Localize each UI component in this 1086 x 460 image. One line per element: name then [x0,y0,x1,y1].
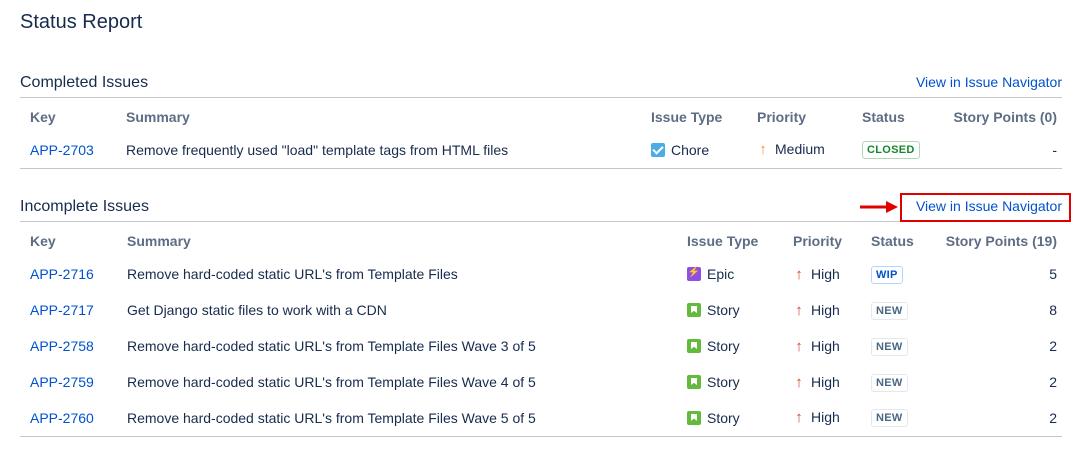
story-points: 5 [1049,266,1057,282]
annotation-arrow-icon [860,201,898,213]
incomplete-issues-table: Key Summary Issue Type Priority Status S… [20,226,1062,437]
arrow-up-icon: ↑ [795,265,803,283]
completed-issues-table: Key Summary Issue Type Priority Status S… [20,102,1062,169]
table-row: APP-2759 Remove hard-coded static URL's … [20,364,1062,400]
table-row: APP-2703 Remove frequently used "load" t… [20,132,1062,169]
completed-issues-title: Completed Issues [20,74,149,91]
priority-label: High [811,373,840,390]
priority-label: High [811,265,840,282]
issue-key-link[interactable]: APP-2717 [30,302,94,318]
column-header-summary: Summary [126,109,190,125]
arrow-up-icon: ↑ [795,409,803,427]
issue-type-label: Chore [671,141,710,158]
priority-label: Medium [775,141,825,158]
issue-summary: Remove hard-coded static URL's from Temp… [127,266,458,282]
story-points: 2 [932,400,1062,437]
story-points: 8 [1049,302,1057,318]
issue-summary: Remove hard-coded static URL's from Temp… [127,338,536,354]
status-badge: NEW [871,409,908,428]
story-icon [687,303,701,317]
status-badge: NEW [871,373,908,392]
table-row: APP-2758 Remove hard-coded static URL's … [20,328,1062,364]
issue-key-link[interactable]: APP-2759 [30,374,94,390]
issue-summary: Remove frequently used "load" template t… [116,132,641,169]
story-points: 2 [1049,338,1057,354]
column-header-key: Key [30,109,56,125]
issue-type-label: Epic [707,266,735,282]
issue-type-label: Story [707,302,740,318]
issue-key-link[interactable]: APP-2703 [30,142,94,158]
table-row: APP-2760 Remove hard-coded static URL's … [20,400,1062,437]
status-badge: NEW [871,301,908,320]
issue-key-link[interactable]: APP-2760 [30,410,94,426]
column-header-priority: Priority [793,233,843,249]
issue-summary: Remove hard-coded static URL's from Temp… [127,374,536,390]
column-header-issue-type: Issue Type [687,233,759,249]
issue-summary: Remove hard-coded static URL's from Temp… [117,400,677,437]
issue-type-label: Story [707,374,740,390]
column-header-status: Status [862,109,905,125]
story-icon [687,410,701,425]
status-badge: WIP [871,265,903,284]
story-icon [687,375,701,389]
status-badge: NEW [871,337,908,356]
arrow-up-icon: ↑ [759,141,767,159]
issue-type-label: Story [707,338,740,354]
column-header-issue-type: Issue Type [651,109,723,125]
column-header-priority: Priority [757,109,807,125]
epic-icon [687,266,701,281]
completed-issues-header: Completed Issues View in Issue Navigator [20,72,1062,98]
column-header-key: Key [30,233,56,249]
column-header-status: Status [871,233,914,249]
priority-label: High [811,337,840,354]
column-header-story-points: Story Points (19) [945,233,1057,249]
issue-type-label: Story [707,409,740,426]
story-points: - [939,132,1062,169]
table-header-row: Key Summary Issue Type Priority Status S… [20,102,1062,132]
issue-summary: Get Django static files to work with a C… [127,302,387,318]
column-header-summary: Summary [127,233,191,249]
completed-view-in-navigator-link[interactable]: View in Issue Navigator [916,74,1062,90]
table-header-row: Key Summary Issue Type Priority Status S… [20,226,1062,256]
status-badge: CLOSED [862,141,920,160]
story-icon [687,339,701,353]
incomplete-issues-title: Incomplete Issues [20,198,149,215]
arrow-up-icon: ↑ [795,373,803,391]
priority-label: High [811,409,840,426]
issue-key-link[interactable]: APP-2716 [30,266,94,282]
table-row: APP-2717 Get Django static files to work… [20,292,1062,328]
arrow-up-icon: ↑ [795,337,803,355]
priority-label: High [811,301,840,318]
annotation-highlight-box [900,193,1071,222]
arrow-up-icon: ↑ [795,301,803,319]
chore-icon [651,142,665,157]
issue-key-link[interactable]: APP-2758 [30,338,94,354]
column-header-story-points: Story Points (0) [953,109,1057,125]
page-title: Status Report [20,11,143,33]
story-points: 2 [1049,374,1057,390]
table-row: APP-2716 Remove hard-coded static URL's … [20,256,1062,292]
